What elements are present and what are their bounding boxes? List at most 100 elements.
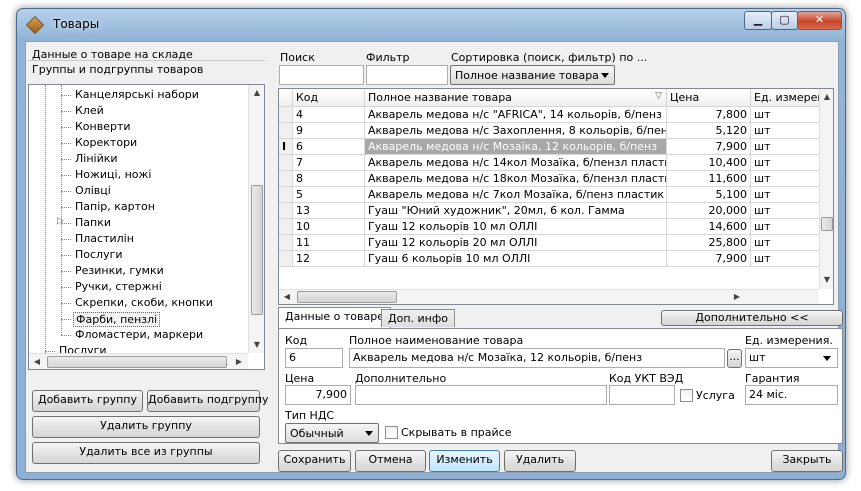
table-cell-code[interactable]: 10 — [293, 219, 365, 235]
table-row[interactable]: 10 Гуаш 12 кольорів 10 мл ОЛЛІ 14,600 шт — [279, 219, 821, 235]
table-cell-name[interactable]: Акварель медова н/с Захоплення, 8 кольор… — [365, 123, 667, 139]
table-cell-price[interactable]: 7,900 — [667, 251, 751, 267]
tree-item[interactable]: Фломастери, маркери — [73, 328, 205, 341]
row-indicator[interactable] — [279, 123, 293, 139]
scroll-left-icon[interactable]: ◀ — [29, 354, 45, 369]
tree-scroll-thumb[interactable] — [251, 185, 263, 315]
table-cell-price[interactable]: 11,600 — [667, 171, 751, 187]
table-cell-code[interactable]: 6 — [293, 139, 365, 155]
row-indicator[interactable] — [279, 219, 293, 235]
warranty-input[interactable]: 24 міс. — [745, 385, 838, 405]
tree-expand-icon[interactable]: ▷ — [57, 216, 64, 226]
price-input[interactable]: 7,900 — [285, 385, 351, 405]
table-cell-price[interactable]: 7,900 — [667, 139, 751, 155]
table-cell-name[interactable]: Акварель медова н/с 18кол Мозаїка, б/пен… — [365, 171, 667, 187]
table-cell-name[interactable]: Гуаш 12 кольорів 20 мл ОЛЛІ — [365, 235, 667, 251]
table-row[interactable]: 8 Акварель медова н/с 18кол Мозаїка, б/пе… — [279, 171, 821, 187]
group-tree[interactable]: Канцелярські набори Клей Конверти Коректори… — [28, 84, 265, 370]
cancel-button[interactable]: Отмена — [355, 450, 426, 472]
table-cell-code[interactable]: 8 — [293, 171, 365, 187]
row-indicator[interactable] — [279, 155, 293, 171]
table-cell-name[interactable]: Акварель медова н/с 14кол Мозаїка, б/пен… — [365, 155, 667, 171]
tab-product-data[interactable]: Данные о товаре — [278, 307, 392, 328]
close-button[interactable]: ✕ — [797, 11, 842, 30]
table-cell-name[interactable]: Акварель медова н/с 7кол Мозаїка, б/пенз… — [365, 187, 667, 203]
grid-vertical-scrollbar[interactable]: ▲ ▼ — [819, 89, 833, 289]
tree-item[interactable]: Ножиці, ножі — [73, 168, 153, 181]
additional-input[interactable] — [355, 385, 607, 405]
tree-item[interactable]: Папки — [73, 216, 113, 229]
row-indicator[interactable] — [279, 107, 293, 123]
tab-extra-info[interactable]: Доп. инфо — [381, 309, 455, 327]
grid-hscroll-thumb[interactable] — [297, 291, 397, 303]
tree-item[interactable]: Папір, картон — [73, 200, 157, 213]
products-grid[interactable]: Код Полное название товара ▽ Цена Ед. изм… — [278, 88, 834, 305]
table-cell-name[interactable]: Гуаш 12 кольорів 10 мл ОЛЛІ — [365, 219, 667, 235]
table-cell-unit[interactable]: шт — [751, 107, 821, 123]
tree-hscroll-thumb[interactable] — [47, 356, 227, 368]
tree-vertical-scrollbar[interactable]: ▲ ▼ — [248, 85, 264, 353]
unit-select[interactable]: шт — [745, 348, 838, 368]
table-cell-code[interactable]: 4 — [293, 107, 365, 123]
tree-item[interactable]: Фарби, пензлі — [73, 312, 161, 327]
table-cell-name[interactable]: Гуаш "Юний художник", 20мл, 6 кол. Гамма — [365, 203, 667, 219]
title-bar[interactable]: Товары ▁ ▢ ✕ — [17, 9, 845, 41]
tree-item[interactable]: Канцелярські набори — [73, 88, 201, 101]
tree-item[interactable]: Коректори — [73, 136, 139, 149]
service-checkbox[interactable] — [680, 389, 693, 402]
grid-scroll-thumb[interactable] — [821, 217, 833, 231]
delete-group-button[interactable]: Удалить группу — [32, 416, 260, 438]
table-cell-price[interactable]: 5,100 — [667, 187, 751, 203]
filter-input[interactable] — [366, 65, 448, 85]
table-cell-unit[interactable]: шт — [751, 171, 821, 187]
grid-scroll-right-icon[interactable]: ▶ — [729, 289, 745, 304]
tree-item[interactable]: Олівці — [73, 184, 113, 197]
table-cell-name[interactable]: Акварель медова н/с "AFRICA", 14 кольорі… — [365, 107, 667, 123]
delete-all-button[interactable]: Удалить все из группы — [32, 442, 260, 464]
table-cell-unit[interactable]: шт — [751, 187, 821, 203]
table-cell-price[interactable]: 5,120 — [667, 123, 751, 139]
sort-select[interactable]: Полное название товара — [450, 65, 615, 85]
grid-horizontal-scrollbar[interactable]: ◀ ▶ — [279, 289, 819, 304]
row-indicator[interactable] — [279, 187, 293, 203]
row-indicator[interactable] — [279, 251, 293, 267]
tree-item[interactable]: Ручки, стержні — [73, 280, 164, 293]
table-cell-unit[interactable]: шт — [751, 139, 821, 155]
tree-item[interactable]: Клей — [73, 104, 106, 117]
scroll-right-icon[interactable]: ▶ — [231, 354, 247, 369]
table-cell-code[interactable]: 5 — [293, 187, 365, 203]
table-cell-price[interactable]: 10,400 — [667, 155, 751, 171]
table-cell-unit[interactable]: шт — [751, 123, 821, 139]
table-cell-price[interactable]: 14,600 — [667, 219, 751, 235]
close-window-button[interactable]: Закрыть — [771, 450, 843, 472]
table-cell-price[interactable]: 25,800 — [667, 235, 751, 251]
table-row[interactable]: 12 Гуаш 6 кольорів 10 мл ОЛЛІ 7,900 шт — [279, 251, 821, 267]
add-subgroup-button[interactable]: Добавить подгруппу — [147, 390, 269, 412]
table-row[interactable]: 9 Акварель медова н/с Захоплення, 8 кольо… — [279, 123, 821, 139]
code-input[interactable]: 6 — [285, 348, 343, 368]
tree-item[interactable]: Пластилін — [73, 232, 136, 245]
scroll-up-icon[interactable]: ▲ — [249, 85, 264, 101]
table-cell-unit[interactable]: шт — [751, 251, 821, 267]
grid-scroll-up-icon[interactable]: ▲ — [819, 89, 833, 105]
save-button[interactable]: Сохранить — [278, 450, 351, 472]
delete-button[interactable]: Удалить — [504, 450, 576, 472]
column-header-name[interactable]: Полное название товара ▽ — [365, 89, 667, 107]
row-indicator[interactable] — [279, 235, 293, 251]
edit-button[interactable]: Изменить — [429, 450, 500, 472]
row-indicator[interactable] — [279, 171, 293, 187]
table-row[interactable]: I 6 Акварель медова н/с Мозаїка, 12 кольор… — [279, 139, 821, 155]
row-indicator[interactable]: I — [279, 139, 293, 155]
maximize-button[interactable]: ▢ — [771, 11, 798, 30]
table-row[interactable]: 4 Акварель медова н/с "AFRICA", 14 кольор… — [279, 107, 821, 123]
table-row[interactable]: 13 Гуаш "Юний художник", 20мл, 6 кол. Гам… — [279, 203, 821, 219]
tree-item[interactable]: Послуги — [73, 248, 125, 261]
table-cell-code[interactable]: 11 — [293, 235, 365, 251]
tree-horizontal-scrollbar[interactable]: ◀ ▶ — [29, 353, 248, 369]
tree-item[interactable]: Резинки, гумки — [73, 264, 166, 277]
name-input[interactable]: Акварель медова н/с Мозаїка, 12 кольорів… — [349, 348, 725, 368]
minimize-button[interactable]: ▁ — [744, 11, 772, 30]
table-cell-code[interactable]: 7 — [293, 155, 365, 171]
table-cell-name[interactable]: Гуаш 6 кольорів 10 мл ОЛЛІ — [365, 251, 667, 267]
table-cell-price[interactable]: 7,800 — [667, 107, 751, 123]
